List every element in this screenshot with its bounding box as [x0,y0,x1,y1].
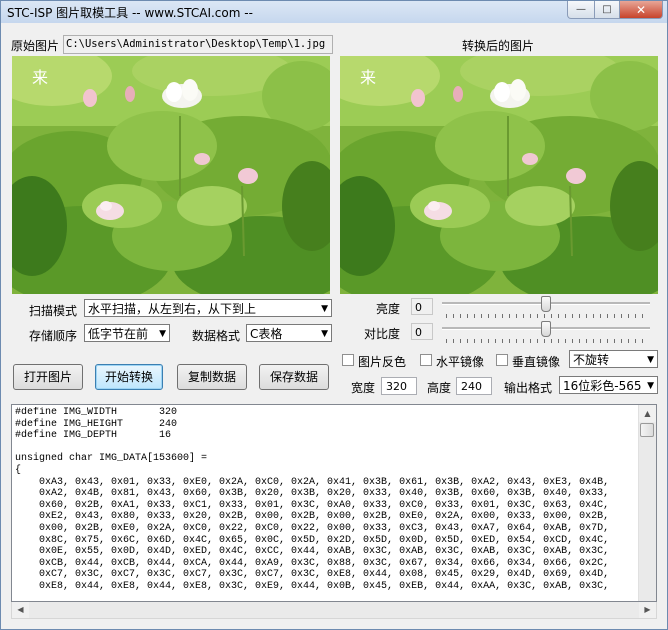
width-label: 宽度 [351,381,376,395]
minimize-icon[interactable]: — [567,1,595,19]
copy-data-button[interactable]: 复制数据 [177,364,247,390]
scan-mode-select[interactable]: 水平扫描，从左到右，从下到上 ▼ [84,299,332,317]
vertical-scrollbar[interactable]: ▲ [638,405,656,601]
maximize-icon[interactable]: □ [595,1,619,19]
data-format-label: 数据格式 [192,329,241,343]
scroll-up-icon[interactable]: ▲ [639,405,656,422]
close-icon[interactable]: ✕ [619,1,663,19]
invert-checkbox[interactable] [342,354,354,366]
scroll-left-icon[interactable]: ◀ [12,602,29,618]
rotation-value: 不旋转 [573,353,610,367]
width-input[interactable]: 320 [381,377,417,395]
brightness-value: 0 [411,298,433,315]
height-input[interactable]: 240 [456,377,492,395]
brightness-slider-thumb[interactable] [541,296,551,312]
output-format-select[interactable]: 16位彩色-565 ▼ [559,376,658,394]
converted-image-watermark: 来 [360,68,377,87]
brightness-slider-ticks [446,314,646,318]
window-controls: — □ ✕ [567,1,663,19]
contrast-slider-ticks [446,339,646,343]
image-watermark: 来 [32,68,49,87]
storage-order-label: 存储顺序 [29,329,78,343]
vertical-scroll-thumb[interactable] [640,423,654,437]
contrast-label: 对比度 [364,327,401,341]
output-format-label: 输出格式 [504,381,553,395]
code-output-area[interactable]: #define IMG_WIDTH 320 #define IMG_HEIGHT… [11,404,657,602]
chevron-down-icon: ▼ [321,329,328,339]
scan-mode-label: 扫描模式 [29,304,78,318]
chevron-down-icon: ▼ [647,381,654,391]
storage-order-value: 低字节在前 [88,327,149,341]
contrast-slider-thumb[interactable] [541,321,551,337]
mirror-vertical-checkbox[interactable] [496,354,508,366]
chevron-down-icon: ▼ [647,355,654,365]
converted-image-label: 转换后的图片 [462,39,535,53]
app-window: STC-ISP 图片取模工具 -- www.STCAI.com -- — □ ✕… [0,0,668,630]
scan-mode-value: 水平扫描，从左到右，从下到上 [88,302,257,316]
converted-image: 来 [340,56,658,294]
title-bar[interactable]: STC-ISP 图片取模工具 -- www.STCAI.com -- — □ ✕ [1,1,667,23]
chevron-down-icon: ▼ [159,329,166,339]
scroll-right-icon[interactable]: ▶ [639,602,656,618]
start-convert-button[interactable]: 开始转换 [95,364,163,390]
brightness-label: 亮度 [376,302,401,316]
data-format-value: C表格 [250,327,283,341]
output-format-value: 16位彩色-565 [563,379,642,393]
mirror-horizontal-checkbox[interactable] [420,354,432,366]
open-image-button[interactable]: 打开图片 [13,364,83,390]
original-image-label: 原始图片 [11,39,60,53]
data-format-select[interactable]: C表格 ▼ [246,324,332,342]
contrast-value: 0 [411,323,433,340]
original-image: 来 [12,56,330,294]
invert-label: 图片反色 [358,355,407,369]
mirror-vertical-label: 垂直镜像 [512,355,561,369]
window-title: STC-ISP 图片取模工具 -- www.STCAI.com -- [7,6,253,20]
horizontal-scrollbar[interactable]: ◀ ▶ [11,602,657,619]
save-data-button[interactable]: 保存数据 [259,364,329,390]
rotation-select[interactable]: 不旋转 ▼ [569,350,658,368]
code-output-text: #define IMG_WIDTH 320 #define IMG_HEIGHT… [15,407,610,592]
height-label: 高度 [427,381,452,395]
mirror-horizontal-label: 水平镜像 [436,355,485,369]
chevron-down-icon: ▼ [321,304,328,314]
file-path-field: C:\Users\Administrator\Desktop\Temp\1.jp… [63,35,333,54]
storage-order-select[interactable]: 低字节在前 ▼ [84,324,170,342]
